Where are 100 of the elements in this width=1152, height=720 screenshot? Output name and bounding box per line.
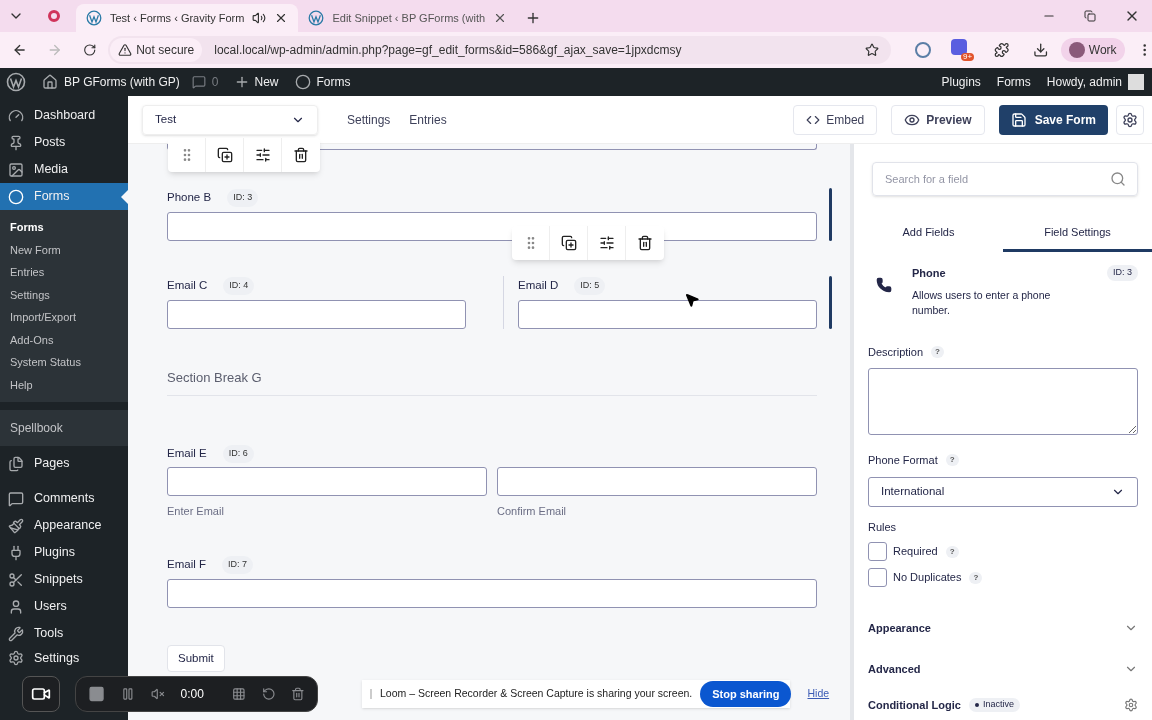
settings-button[interactable] bbox=[1116, 104, 1144, 135]
field-id-badge: ID: 5 bbox=[574, 277, 606, 295]
sidebar-item[interactable]: Tools bbox=[0, 620, 128, 647]
checkbox[interactable] bbox=[868, 542, 887, 561]
sidebar-item[interactable]: Pages bbox=[0, 450, 128, 477]
admin-bar-link[interactable]: Forms bbox=[996, 74, 1031, 90]
phone-format-select[interactable]: International bbox=[868, 476, 1138, 507]
sidebar-item[interactable]: Plugins bbox=[0, 539, 128, 566]
sidebar-item[interactable]: Forms bbox=[0, 183, 128, 210]
form-select[interactable]: Test bbox=[142, 104, 318, 135]
back-icon[interactable] bbox=[12, 42, 28, 58]
submenu-item[interactable]: Import/Export bbox=[0, 306, 128, 329]
download-icon[interactable] bbox=[1033, 42, 1049, 58]
header-link[interactable]: Settings bbox=[347, 110, 391, 129]
reload-icon[interactable] bbox=[82, 43, 97, 57]
profile-chip[interactable]: Work bbox=[1060, 38, 1125, 62]
help-icon[interactable]: ? bbox=[931, 345, 944, 358]
submenu-item[interactable]: Settings bbox=[0, 283, 128, 306]
sidebar-item[interactable]: Comments bbox=[0, 485, 128, 512]
comments-link[interactable]: 0 bbox=[191, 74, 219, 90]
media-icon bbox=[8, 161, 24, 178]
grid-icon[interactable] bbox=[231, 686, 246, 702]
url-text: local.local/wp-admin/admin.php?page=gf_edit_forms&id=586&gf_ajax_save=1jpxdcmsy bbox=[214, 42, 682, 58]
input-field[interactable] bbox=[167, 467, 487, 496]
sidebar-item[interactable]: Spellbook bbox=[0, 410, 128, 446]
submenu-item[interactable]: New Form bbox=[0, 238, 128, 261]
help-icon[interactable]: ? bbox=[969, 571, 983, 584]
recording-camera-button[interactable] bbox=[22, 676, 60, 712]
account-menu[interactable]: Howdy, admin bbox=[1046, 74, 1144, 90]
sidebar-item[interactable]: Users bbox=[0, 593, 128, 620]
submenu-item[interactable]: Help bbox=[0, 373, 128, 396]
browser-tab[interactable]: Edit Snippet ‹ BP GForms (with bbox=[298, 4, 518, 32]
pages-icon bbox=[8, 455, 24, 472]
hide-link[interactable]: Hide bbox=[807, 686, 830, 702]
field-label: Email C bbox=[167, 278, 208, 294]
help-icon[interactable]: ? bbox=[945, 454, 959, 467]
avatar-icon bbox=[1128, 74, 1144, 90]
header-link[interactable]: Entries bbox=[409, 110, 447, 129]
forms-link[interactable]: Forms bbox=[294, 74, 351, 90]
description-field[interactable] bbox=[868, 368, 1138, 435]
panel-tab[interactable]: Add Fields bbox=[854, 215, 1003, 252]
sidebar-item[interactable]: Snippets bbox=[0, 566, 128, 593]
user-icon bbox=[8, 598, 24, 615]
field-type-description: Allows users to enter a phone number. bbox=[912, 287, 1052, 318]
security-chip[interactable]: Not secure bbox=[110, 38, 203, 62]
description-label: Description bbox=[868, 344, 924, 360]
notification-badge: 9+ bbox=[960, 53, 975, 61]
wrench-icon bbox=[8, 625, 24, 642]
submit-button[interactable]: Submit bbox=[167, 645, 225, 672]
sharing-message: Loom – Screen Recorder & Screen Capture is sharing your screen. bbox=[380, 686, 693, 702]
restart-icon[interactable] bbox=[261, 686, 276, 702]
stop-sharing-button[interactable]: Stop sharing bbox=[700, 681, 792, 707]
sidebar-item[interactable]: Appearance bbox=[0, 512, 128, 539]
submenu-item[interactable]: System Status bbox=[0, 351, 128, 374]
browser-tab[interactable]: Test ‹ Forms ‹ Gravity Form bbox=[76, 4, 299, 32]
admin-bar-link[interactable]: Plugins bbox=[941, 74, 981, 90]
search-field[interactable]: Search for a field bbox=[872, 162, 1138, 196]
tab-title: Edit Snippet ‹ BP GForms (with bbox=[332, 10, 486, 26]
checkbox[interactable] bbox=[868, 568, 887, 587]
address-bar[interactable]: Not secure local.local/wp-admin/admin.php?page=gf_edit_forms&id=586&gf_ajax_save=1jpxdcmsy bbox=[108, 36, 892, 64]
input-field[interactable] bbox=[518, 300, 817, 329]
sidebar-item[interactable]: Posts bbox=[0, 129, 128, 156]
tab-title: Test ‹ Forms ‹ Gravity Form bbox=[110, 10, 245, 26]
field-id-badge: ID: 3 bbox=[227, 189, 259, 207]
pause-icon[interactable] bbox=[121, 686, 135, 702]
sidebar-item[interactable]: Dashboard bbox=[0, 102, 128, 129]
panel-tab[interactable]: Field Settings bbox=[1003, 215, 1152, 252]
stop-icon[interactable] bbox=[88, 684, 106, 704]
comment-icon bbox=[191, 75, 206, 89]
conditional-logic-title[interactable]: Conditional Logic bbox=[868, 696, 961, 714]
sidebar-item[interactable]: Settings bbox=[0, 647, 128, 669]
preview-button[interactable]: Preview bbox=[891, 104, 985, 135]
embed-button[interactable]: Embed bbox=[793, 104, 878, 135]
field-id-badge: ID: 7 bbox=[222, 556, 253, 574]
site-link[interactable]: BP GForms (with GP) bbox=[42, 74, 180, 90]
sidebar-item[interactable]: Media bbox=[0, 156, 128, 183]
submenu-item[interactable]: Forms bbox=[0, 216, 128, 239]
bookmark-star-icon[interactable] bbox=[865, 43, 880, 57]
input-field[interactable] bbox=[167, 300, 466, 329]
accordion-header[interactable]: Advanced bbox=[868, 659, 1138, 679]
field-id-badge: ID: 4 bbox=[223, 277, 255, 295]
status-badge: Inactive bbox=[968, 698, 1020, 712]
save-form-button[interactable]: Save Form bbox=[998, 104, 1108, 135]
accordion-header[interactable]: Appearance bbox=[868, 618, 1138, 638]
mute-icon[interactable] bbox=[150, 686, 165, 702]
help-icon[interactable]: ? bbox=[945, 545, 959, 558]
audio-icon[interactable] bbox=[252, 11, 267, 25]
extensions-icon[interactable] bbox=[994, 42, 1010, 58]
field-label: Email F bbox=[167, 557, 206, 573]
paintbrush-icon bbox=[8, 517, 24, 534]
submenu-item[interactable]: Entries bbox=[0, 261, 128, 284]
gear-icon[interactable] bbox=[1124, 698, 1138, 712]
restore-icon[interactable] bbox=[1084, 10, 1096, 22]
comment-icon bbox=[8, 490, 24, 507]
input-field[interactable] bbox=[497, 467, 817, 496]
new-link[interactable]: New bbox=[234, 74, 279, 90]
avatar-icon bbox=[1068, 42, 1085, 58]
submenu-item[interactable]: Add-Ons bbox=[0, 328, 128, 351]
wordpress-logo-icon bbox=[86, 10, 102, 26]
input-field[interactable] bbox=[167, 579, 817, 608]
